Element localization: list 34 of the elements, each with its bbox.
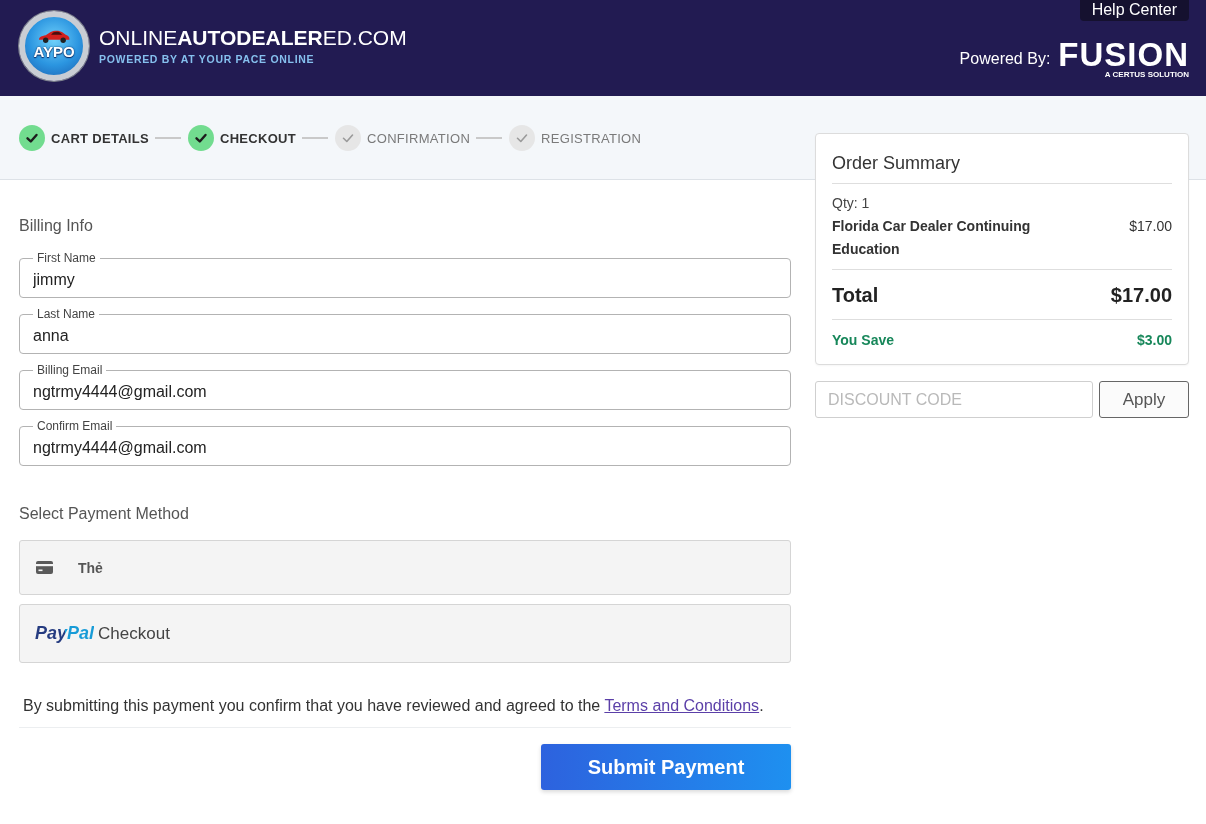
step-label: CART DETAILS bbox=[51, 130, 149, 146]
section-title: Billing Info bbox=[19, 216, 94, 236]
field-label: Billing Email bbox=[33, 363, 107, 377]
car-icon bbox=[37, 28, 71, 44]
item-price: $17.00 bbox=[1129, 217, 1172, 236]
powered-by-label: Powered By: bbox=[959, 49, 1051, 69]
savings-label: You Save bbox=[832, 331, 894, 350]
quantity-text: Qty: 1 bbox=[832, 194, 871, 213]
total-amount: $17.00 bbox=[1110, 283, 1172, 308]
help-center-button[interactable]: Help Center bbox=[1079, 0, 1189, 21]
apply-button[interactable]: Apply bbox=[1099, 381, 1189, 418]
card-payment-option[interactable]: Thẻ bbox=[19, 540, 791, 595]
site-tagline: POWERED BY AT YOUR PACE ONLINE bbox=[99, 53, 316, 66]
item-name: Florida Car Dealer Continuing Education bbox=[832, 217, 1032, 259]
partner-logo: FUSION bbox=[1058, 40, 1189, 70]
step-label: REGISTRATION bbox=[541, 130, 642, 146]
discount-code-field[interactable]: DISCOUNT CODE bbox=[815, 381, 1093, 418]
savings-amount: $3.00 bbox=[1136, 331, 1172, 350]
consent-text: By submitting this payment you confirm that you have reviewed and agreed to the Terms and Conditions. bbox=[19, 697, 791, 728]
step-label: CONFIRMATION bbox=[367, 130, 471, 146]
paypal-payment-option[interactable]: PayPal Checkout bbox=[19, 604, 791, 663]
emblem-label: AYPO bbox=[33, 43, 75, 60]
credit-card-icon bbox=[36, 561, 53, 574]
field-label: Last Name bbox=[33, 307, 100, 321]
step-label: CHECKOUT bbox=[219, 130, 297, 146]
summary-title: Order Summary bbox=[832, 152, 962, 174]
submit-payment-button[interactable]: Submit Payment bbox=[541, 744, 791, 790]
field-label: First Name bbox=[33, 251, 100, 265]
terms-link[interactable]: Terms and Conditions bbox=[604, 697, 760, 714]
field-label: Confirm Email bbox=[33, 419, 117, 433]
section-title: Select Payment Method bbox=[19, 504, 190, 524]
partner-tagline: A CERTUS SOLUTION bbox=[1104, 70, 1189, 80]
total-label: Total bbox=[832, 283, 879, 308]
site-name: ONLINEAUTODEALERED.COM bbox=[99, 26, 407, 50]
